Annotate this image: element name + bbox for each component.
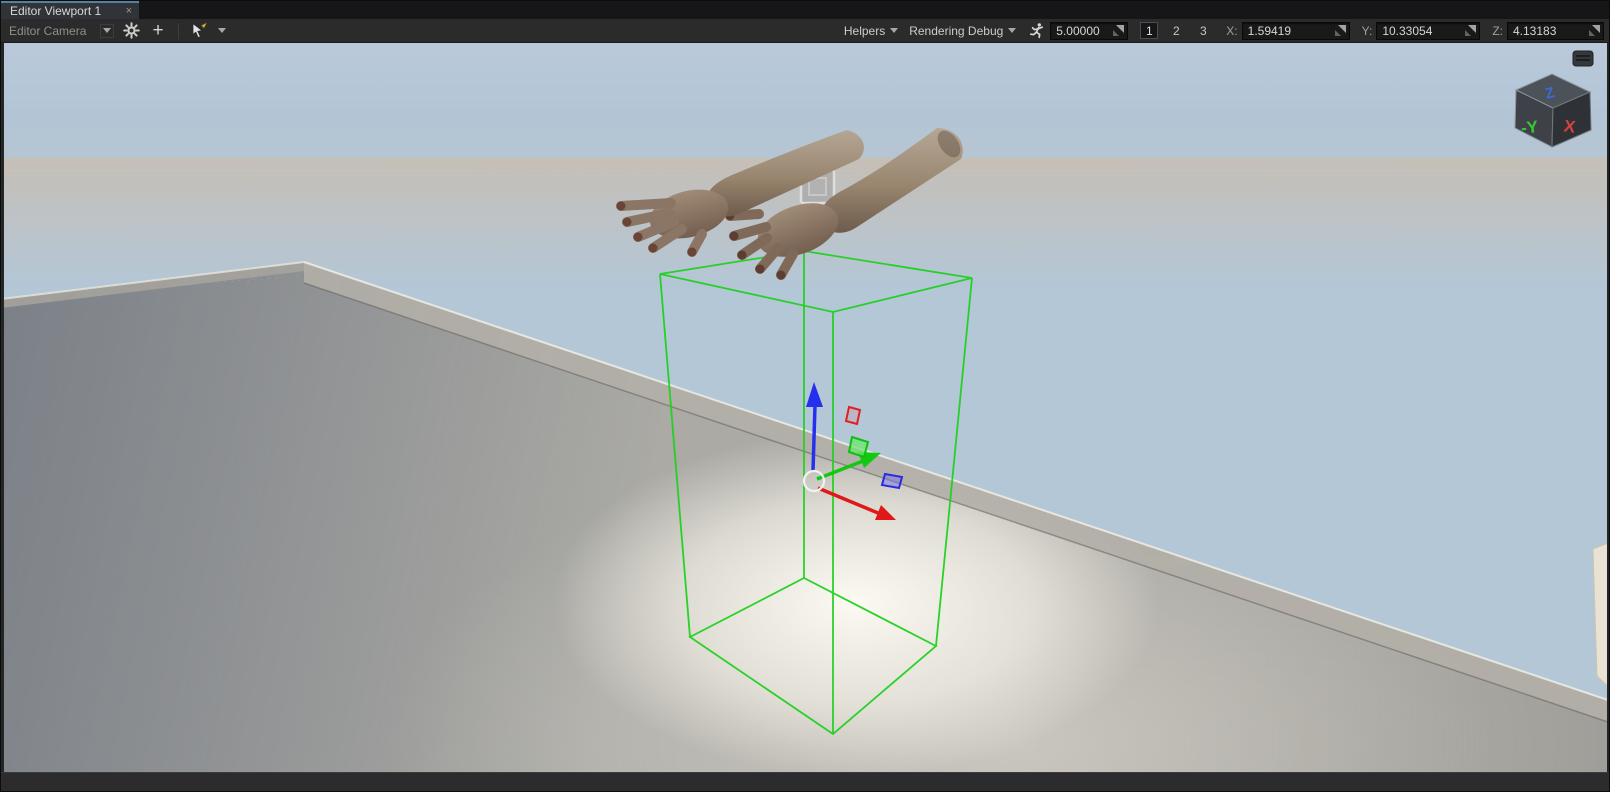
camera-speed-field[interactable] bbox=[1050, 22, 1128, 40]
tab-title: Editor Viewport 1 bbox=[1, 4, 119, 18]
rendering-debug-label: Rendering Debug bbox=[909, 24, 1003, 38]
tab-bar: Editor Viewport 1 × bbox=[1, 1, 1609, 19]
chevron-down-icon bbox=[1008, 28, 1016, 33]
scene-overlay: Z -Y X bbox=[1, 43, 1610, 772]
gizmo-yz-plane-handle[interactable] bbox=[846, 407, 860, 424]
tab-editor-viewport[interactable]: Editor Viewport 1 × bbox=[1, 1, 139, 19]
gear-icon bbox=[123, 22, 140, 39]
viewport-toolbar: Editor Camera + bbox=[1, 19, 1609, 43]
gizmo-xy-plane-handle[interactable] bbox=[882, 474, 902, 488]
status-bar bbox=[1, 772, 1609, 792]
camera-speed-button[interactable] bbox=[1027, 21, 1047, 41]
coord-y-label: Y: bbox=[1362, 24, 1373, 38]
coord-y-field[interactable] bbox=[1376, 22, 1480, 40]
platform-edge bbox=[1, 262, 1610, 723]
gizmo-origin[interactable] bbox=[804, 471, 824, 491]
viewport-menu-widget[interactable] bbox=[1573, 51, 1593, 66]
close-icon[interactable]: × bbox=[119, 5, 139, 17]
coord-x-input[interactable] bbox=[1243, 24, 1334, 38]
camera-dropdown-button[interactable] bbox=[100, 24, 114, 38]
helpers-label: Helpers bbox=[844, 24, 885, 38]
chevron-down-icon bbox=[890, 28, 898, 33]
toolbar-separator bbox=[178, 23, 179, 39]
viewport-3d[interactable]: Z -Y X bbox=[1, 43, 1610, 772]
camera-selector-label: Editor Camera bbox=[6, 24, 96, 38]
coord-z-input[interactable] bbox=[1508, 24, 1588, 38]
select-tool-button[interactable] bbox=[189, 21, 209, 41]
settings-button[interactable] bbox=[121, 21, 141, 41]
coord-x-label: X: bbox=[1226, 24, 1237, 38]
scrub-icon[interactable] bbox=[1588, 24, 1601, 37]
gizmo-xz-plane-handle[interactable] bbox=[849, 437, 868, 457]
scrub-icon[interactable] bbox=[1112, 24, 1125, 37]
rendering-debug-menu-button[interactable]: Rendering Debug bbox=[909, 24, 1016, 38]
coord-z-label: Z: bbox=[1492, 24, 1503, 38]
coord-z-field[interactable] bbox=[1507, 22, 1604, 40]
camera-speed-input[interactable] bbox=[1051, 24, 1112, 38]
coord-y-input[interactable] bbox=[1377, 24, 1464, 38]
coord-x-field[interactable] bbox=[1242, 22, 1350, 40]
speed-preset-1[interactable]: 1 bbox=[1140, 22, 1158, 39]
viewport-border bbox=[1, 43, 4, 772]
plus-icon: + bbox=[152, 22, 163, 40]
chevron-down-icon bbox=[218, 28, 226, 33]
speed-presets: 1 2 3 bbox=[1140, 22, 1212, 39]
speed-preset-2[interactable]: 2 bbox=[1167, 22, 1185, 39]
scrub-icon[interactable] bbox=[1334, 24, 1347, 37]
scrub-icon[interactable] bbox=[1464, 24, 1477, 37]
select-tool-dropdown[interactable] bbox=[216, 21, 228, 41]
helpers-menu-button[interactable]: Helpers bbox=[844, 24, 898, 38]
select-cursor-icon bbox=[190, 22, 208, 39]
axis-cube-y-label: -Y bbox=[1520, 117, 1540, 138]
axis-orientation-cube[interactable]: Z -Y X bbox=[1515, 74, 1591, 147]
speed-preset-3[interactable]: 3 bbox=[1194, 22, 1212, 39]
camera-selector[interactable]: Editor Camera bbox=[6, 22, 114, 40]
editor-window: Editor Viewport 1 × Editor Camera bbox=[0, 0, 1610, 792]
runner-icon bbox=[1029, 22, 1046, 39]
add-button[interactable]: + bbox=[148, 21, 168, 41]
gizmo-x-axis[interactable] bbox=[818, 488, 896, 520]
chevron-down-icon bbox=[103, 28, 111, 33]
